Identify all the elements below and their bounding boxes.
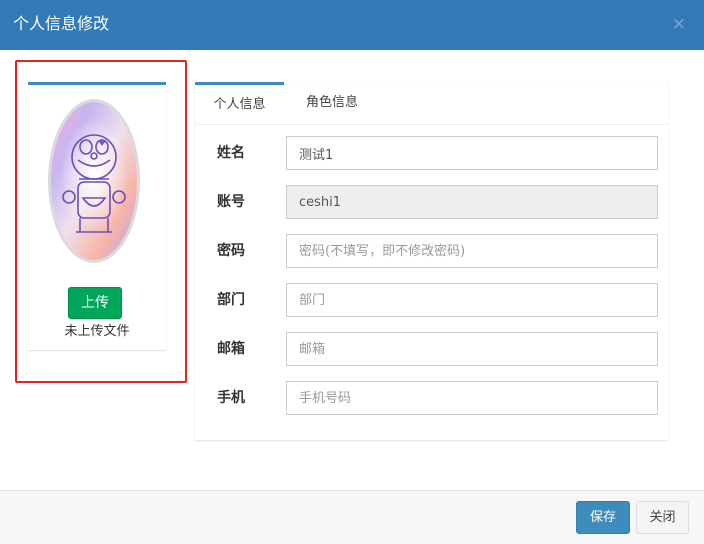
account-label: 账号 (217, 194, 245, 210)
close-button[interactable]: 关闭 (636, 501, 689, 534)
close-icon[interactable]: × (672, 14, 686, 34)
dialog-header: 个人信息修改 × (0, 0, 704, 50)
tab-role-info[interactable]: 角色信息 (284, 82, 380, 124)
email-field[interactable] (286, 332, 658, 366)
avatar-illustration (51, 102, 137, 260)
password-field[interactable] (286, 234, 658, 268)
dialog-footer: 保存 关闭 (0, 490, 704, 544)
form-panel: 个人信息 角色信息 姓名 账号 密码 部门 邮箱 手机 (195, 82, 668, 440)
account-field (286, 185, 658, 219)
phone-field[interactable] (286, 381, 658, 415)
avatar-card: 上传 未上传文件 (28, 82, 166, 350)
tab-bar: 个人信息 角色信息 (195, 82, 668, 125)
name-label: 姓名 (217, 145, 245, 161)
upload-button[interactable]: 上传 (68, 287, 122, 319)
email-label: 邮箱 (217, 341, 245, 357)
department-field[interactable] (286, 283, 658, 317)
phone-label: 手机 (217, 390, 245, 406)
department-label: 部门 (217, 292, 245, 308)
password-label: 密码 (217, 243, 245, 259)
upload-status: 未上传文件 (64, 324, 130, 339)
save-button[interactable]: 保存 (576, 501, 630, 534)
tab-personal-info[interactable]: 个人信息 (195, 82, 284, 124)
dialog-title: 个人信息修改 (13, 14, 110, 33)
name-field[interactable] (286, 136, 658, 170)
avatar-image (48, 99, 140, 263)
